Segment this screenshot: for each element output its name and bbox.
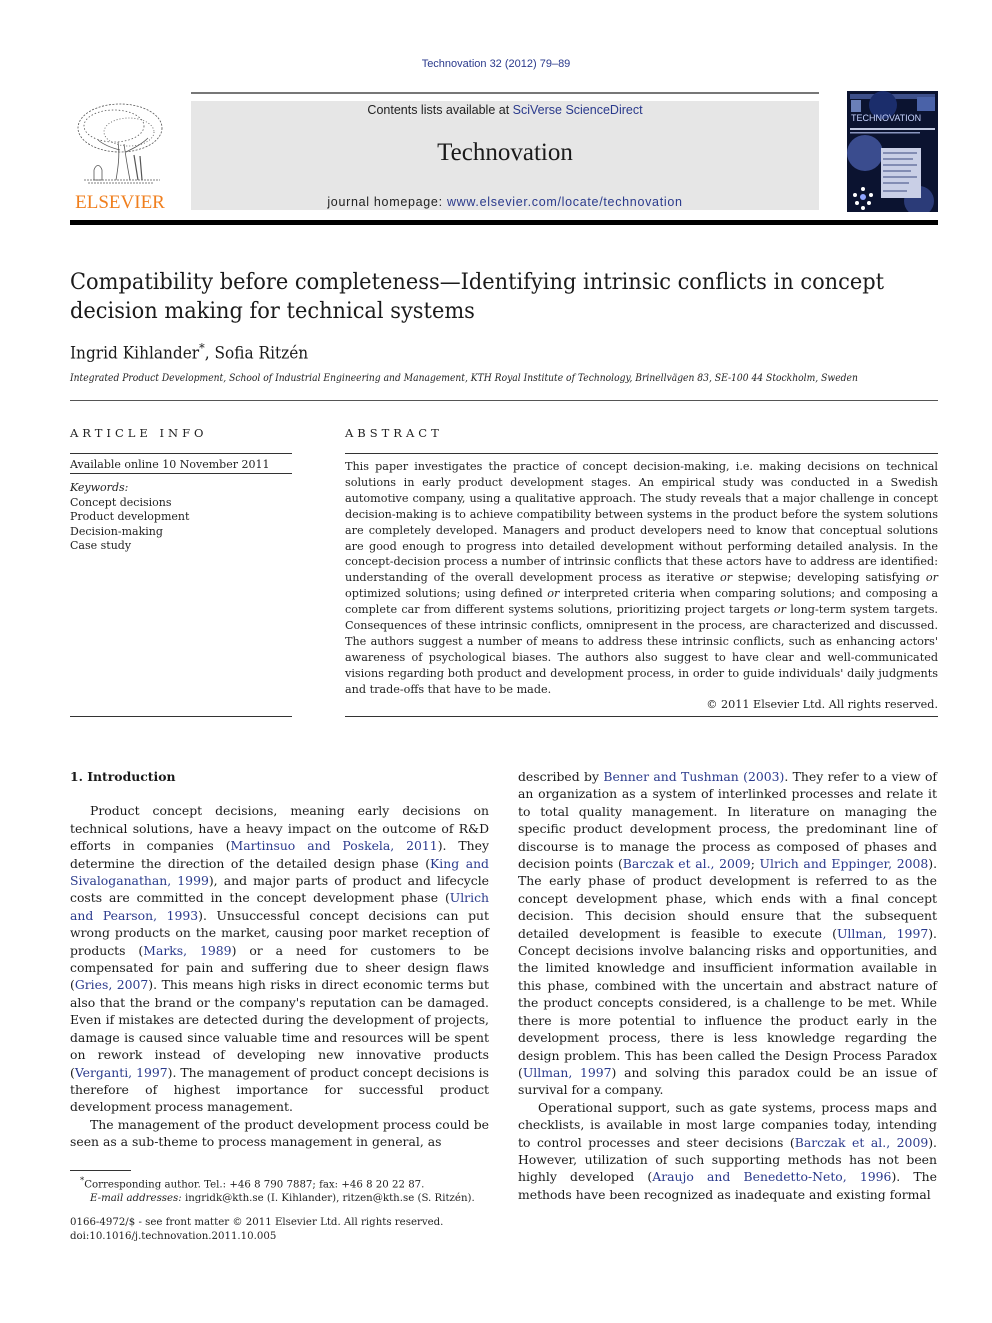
contents-line: Contents lists available at SciVerse Sci… (191, 103, 819, 117)
italic-text: or (773, 603, 786, 617)
body-paragraph: The management of the product developmen… (70, 1116, 489, 1151)
journal-masthead: Contents lists available at SciVerse Sci… (191, 101, 819, 210)
journal-title: Technovation (437, 139, 573, 166)
contents-prefix: Contents lists available at (367, 103, 513, 117)
cover-title: TECHNOVATION (851, 113, 921, 123)
abstract-heading: ABSTRACT (345, 426, 443, 440)
journal-cover-thumbnail[interactable]: TECHNOVATION (847, 91, 938, 212)
elsevier-wordmark: ELSEVIER (75, 192, 165, 213)
keywords-block: Keywords: Concept decisions Product deve… (70, 481, 189, 554)
email-label: E-mail addresses: (90, 1193, 182, 1205)
journal-homepage-link[interactable]: www.elsevier.com/locate/technovation (447, 195, 683, 209)
keyword: Concept decisions (70, 495, 172, 509)
homepage-prefix: journal homepage: (327, 195, 447, 209)
article-info-rule (70, 453, 292, 454)
footnote: *Corresponding author. Tel.: +46 8 790 7… (70, 1174, 475, 1206)
email-addresses[interactable]: ingridk@kth.se (I. Kihlander), ritzen@kt… (182, 1193, 475, 1204)
author-affiliation: Integrated Product Development, School o… (70, 373, 858, 384)
front-matter-line: 0166-4972/$ - see front matter © 2011 El… (70, 1217, 444, 1228)
text-run: ). Concept decisions involve balancing r… (518, 925, 937, 1080)
available-online-date: Available online 10 November 2011 (70, 458, 270, 471)
affiliation-rule (70, 400, 938, 401)
citation-link[interactable]: Benner and Tushman (2003) (603, 769, 784, 784)
citation-link[interactable]: Barczak et al., 2009 (795, 1135, 928, 1150)
citation-link[interactable]: Ulrich and Eppinger, 2008 (760, 856, 929, 871)
sciencedirect-link[interactable]: SciVerse ScienceDirect (513, 103, 643, 117)
abstract-rule (345, 453, 938, 454)
keywords-label: Keywords: (70, 481, 129, 494)
text-run: The management of the product developmen… (70, 1116, 489, 1150)
author-list: Ingrid Kihlander*, Sofia Ritzén (70, 341, 308, 363)
body-paragraph: Product concept decisions, meaning early… (70, 802, 489, 1115)
citation-link[interactable]: Marks, 1989 (143, 943, 231, 958)
article-title: Compatibility before completeness—Identi… (70, 269, 885, 324)
article-info-bottom-rule (70, 716, 292, 717)
section-heading-introduction: 1. Introduction (70, 769, 176, 784)
abstract-text: This paper investigates the practice of … (345, 459, 938, 698)
italic-text: or (720, 571, 733, 585)
abstract-copyright: © 2011 Elsevier Ltd. All rights reserved… (706, 698, 938, 711)
text-run: This paper investigates the practice of … (345, 460, 938, 585)
body-paragraph: described by Benner and Tushman (2003). … (518, 768, 937, 1099)
body-paragraph: Operational support, such as gate system… (518, 1099, 937, 1203)
keyword: Case study (70, 539, 132, 552)
article-info-rule (70, 473, 292, 474)
text-run: described by (518, 769, 604, 784)
author-name[interactable]: Ingrid Kihlander (70, 344, 199, 363)
elsevier-logo[interactable]: ELSEVIER (70, 100, 170, 213)
author-name[interactable]: Sofia Ritzén (214, 344, 308, 363)
citation-link[interactable]: Barczak et al., 2009 (623, 856, 751, 871)
citation-link[interactable]: Verganti, 1997 (75, 1065, 168, 1080)
top-rule (191, 92, 819, 94)
doi[interactable]: doi:10.1016/j.technovation.2011.10.005 (70, 1230, 443, 1244)
abstract-bottom-rule (345, 716, 938, 717)
body-column-right: described by Benner and Tushman (2003). … (518, 768, 937, 1203)
citation-link[interactable]: Martinsuo and Poskela, 2011 (231, 838, 438, 853)
keyword: Decision-making (70, 524, 163, 538)
citation-link[interactable]: Ullman, 1997 (523, 1065, 612, 1080)
italic-text: or (925, 571, 938, 585)
citation-link[interactable]: Ullman, 1997 (837, 926, 928, 941)
journal-reference[interactable]: Technovation 32 (2012) 79–89 (0, 58, 992, 70)
keyword: Product development (70, 510, 190, 523)
homepage-line: journal homepage: www.elsevier.com/locat… (191, 195, 819, 209)
text-run: ; (750, 856, 760, 872)
journal-reference-link[interactable]: Technovation 32 (2012) 79–89 (422, 58, 571, 70)
citation-link[interactable]: Araujo and Benedetto-Neto, 1996 (652, 1169, 891, 1184)
citation-link[interactable]: Gries, 2007 (75, 977, 148, 992)
article-info-heading: ARTICLE INFO (70, 426, 208, 440)
body-column-left: 1. Introduction Product concept decision… (70, 768, 489, 1151)
text-run: long-term system targets. Consequences o… (345, 603, 938, 696)
text-run: stepwise; developing satisfying (732, 571, 926, 585)
issn-block: 0166-4972/$ - see front matter © 2011 El… (70, 1216, 443, 1244)
corresponding-author-note: Corresponding author. Tel.: +46 8 790 78… (84, 1179, 425, 1191)
header-thick-rule (70, 220, 938, 225)
cover-artwork-icon: TECHNOVATION (847, 91, 938, 212)
footnote-rule (70, 1170, 131, 1171)
elsevier-tree-icon (77, 103, 163, 184)
text-run: optimized solutions; using defined (345, 587, 548, 601)
author-separator: , (204, 343, 215, 363)
italic-text: or (547, 587, 560, 601)
